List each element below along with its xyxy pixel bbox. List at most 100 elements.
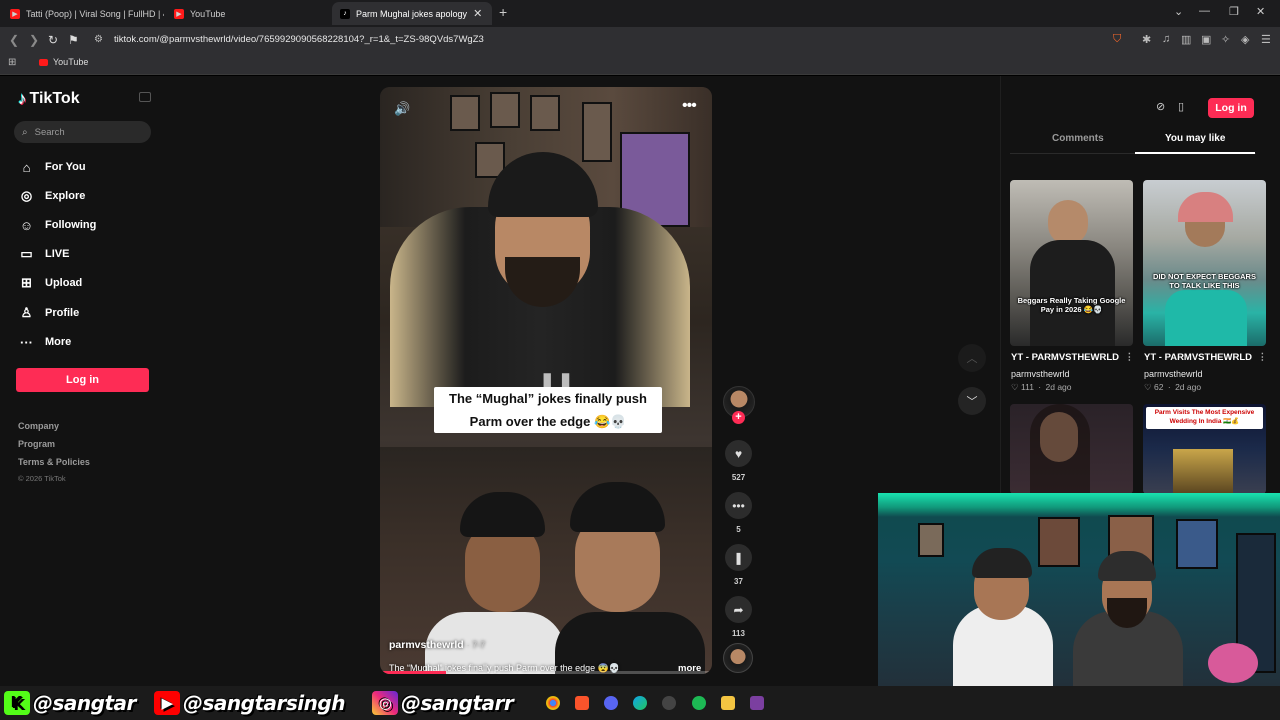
card-meta: ♡ 62 · 2d ago: [1144, 382, 1202, 392]
video-thumbnail[interactable]: DID NOT EXPECT BEGGARS TO TALK LIKE THIS: [1143, 180, 1266, 346]
url-field[interactable]: tiktok.com/@parmvsthewrld/video/76599290…: [114, 34, 484, 45]
wall-poster: [918, 523, 944, 557]
header-login-button[interactable]: Log in: [1208, 98, 1254, 118]
live-icon: ▭: [20, 246, 33, 261]
site-info-icon[interactable]: ⚙: [94, 34, 103, 45]
reload-icon[interactable]: ↻: [48, 33, 58, 47]
music-avatar[interactable]: [723, 643, 753, 673]
comment-button[interactable]: •••: [725, 492, 752, 519]
share-icon: ➦: [733, 602, 744, 617]
search-box[interactable]: ⌕: [14, 121, 151, 143]
card-user[interactable]: parmvsthewrld: [1144, 369, 1203, 379]
follow-plus-icon[interactable]: +: [732, 411, 745, 424]
vpn-icon[interactable]: ◈: [1241, 33, 1249, 46]
close-tab-icon[interactable]: ✕: [473, 7, 482, 20]
card-meta: ♡ 111 · 2d ago: [1011, 382, 1072, 392]
collapse-sidebar-icon[interactable]: [139, 92, 151, 102]
brave-shield-icon[interactable]: ⛉: [1113, 33, 1121, 46]
comment-count: 5: [736, 525, 741, 534]
tab-tiktok-active[interactable]: ♪ Parm Mughal jokes apology ✕: [332, 2, 492, 25]
social-youtube: ▶ @sangtarsingh: [154, 686, 345, 720]
social-instagram: ◎ @sangtarr: [372, 686, 514, 720]
video-caption: The “Mughal” jokes finally push Parm ove…: [434, 387, 662, 433]
author-name: parmvsthewrld: [389, 639, 464, 651]
thumb-hair: [1030, 404, 1090, 494]
video-player[interactable]: 🔊 ••• ❚❚ The “Mughal” jokes finally push…: [380, 87, 712, 674]
video-progress-bar[interactable]: [380, 671, 712, 674]
video-thumbnail[interactable]: Parm Visits The Most Expensive Wedding I…: [1143, 404, 1266, 494]
new-tab-icon[interactable]: +: [499, 4, 507, 20]
chrome-icon[interactable]: [546, 696, 560, 710]
footer-link-terms[interactable]: Terms & Policies: [18, 457, 90, 467]
previous-video-button[interactable]: ︿: [958, 344, 986, 372]
restore-icon[interactable]: ❐: [1229, 5, 1239, 18]
youtube-icon: [39, 58, 48, 66]
spotify-icon[interactable]: [692, 696, 706, 710]
nav-profile[interactable]: ♙ Profile: [18, 302, 80, 324]
social-handle: @sangtarsingh: [183, 691, 345, 715]
card-title[interactable]: YT - PARMVSTHEWRLD ⋮: [1011, 352, 1134, 363]
nav-more[interactable]: ··· More: [18, 331, 71, 353]
video-author[interactable]: parmvsthewrld · 7-7: [389, 639, 485, 651]
video-thumbnail[interactable]: Beggars Really Taking Google Pay in 2026…: [1010, 180, 1133, 346]
bookmark-icon[interactable]: ⚑: [68, 33, 79, 47]
search-input[interactable]: [34, 126, 135, 138]
card-likes: 62: [1154, 382, 1164, 392]
video-thumbnail[interactable]: [1010, 404, 1133, 494]
next-video-button[interactable]: ﹀: [958, 387, 986, 415]
leo-icon[interactable]: ✧: [1221, 33, 1230, 46]
discord-icon[interactable]: [604, 696, 618, 710]
screen: ▶ Tatti (Poop) | Viral Song | FullHD | 4…: [0, 0, 1280, 720]
tab-tatti-song[interactable]: ▶ Tatti (Poop) | Viral Song | FullHD | 4…: [2, 2, 164, 25]
coins-icon[interactable]: ⊘: [1156, 100, 1165, 113]
obs-icon[interactable]: [662, 696, 676, 710]
card-title[interactable]: YT - PARMVSTHEWRLD ⋮: [1144, 352, 1267, 363]
card-more-icon[interactable]: ⋮: [1125, 352, 1135, 363]
card-title-text: YT - PARMVSTHEWRLD: [1011, 352, 1120, 363]
share-button[interactable]: ➦: [725, 596, 752, 623]
nav-following[interactable]: ☺ Following: [18, 214, 96, 236]
tab-youtube[interactable]: ▶ YouTube: [166, 2, 332, 25]
back-icon[interactable]: ❮: [9, 33, 19, 47]
card-more-icon[interactable]: ⋮: [1258, 352, 1268, 363]
thumb-body: [1030, 240, 1115, 346]
wallet-icon[interactable]: ▣: [1201, 33, 1211, 46]
save-button[interactable]: ❚: [725, 544, 752, 571]
forward-icon[interactable]: ❯: [29, 33, 39, 47]
tab-comments[interactable]: Comments: [1052, 133, 1104, 144]
folder-icon[interactable]: [721, 696, 735, 710]
nav-explore[interactable]: ◎ Explore: [18, 185, 86, 207]
card-user[interactable]: parmvsthewrld: [1011, 369, 1070, 379]
sidebar-icon[interactable]: ▥: [1181, 33, 1191, 46]
footer-link-company[interactable]: Company: [18, 421, 59, 431]
wall-poster: [1176, 519, 1218, 569]
media-icon[interactable]: ♫: [1162, 33, 1170, 45]
app-icon[interactable]: [750, 696, 764, 710]
chevron-down-icon: ﹀: [966, 396, 978, 408]
nav-live[interactable]: ▭ LIVE: [18, 243, 69, 265]
webcam-overlay: [878, 493, 1280, 686]
menu-icon[interactable]: ☰: [1261, 33, 1271, 46]
extensions-icon[interactable]: ✱: [1142, 33, 1151, 46]
device-icon[interactable]: ▯: [1178, 100, 1184, 113]
volume-icon[interactable]: 🔊: [394, 101, 410, 117]
tab-search-icon[interactable]: ⌄: [1174, 5, 1183, 18]
minimize-icon[interactable]: —: [1199, 5, 1210, 17]
edge-icon[interactable]: [633, 696, 647, 710]
tiktok-logo[interactable]: ♪ TikTok: [18, 89, 80, 109]
apps-icon[interactable]: ⊞: [8, 57, 16, 68]
footer-link-program[interactable]: Program: [18, 439, 55, 449]
like-button[interactable]: ♥: [725, 440, 752, 467]
more-options-icon[interactable]: •••: [682, 97, 697, 115]
nav-upload[interactable]: ⊞ Upload: [18, 272, 82, 294]
close-window-icon[interactable]: ✕: [1256, 5, 1265, 18]
nav-label: More: [45, 336, 72, 348]
nav-for-you[interactable]: ⌂ For You: [18, 156, 86, 178]
address-bar: ❮ ❯ ↻ ⚑ ⚙ tiktok.com/@parmvsthewrld/vide…: [0, 27, 1280, 53]
brave-icon[interactable]: [575, 696, 589, 710]
sidebar-login-button[interactable]: Log in: [16, 368, 149, 392]
following-icon: ☺: [19, 217, 34, 233]
nav-label: Explore: [45, 190, 86, 202]
tab-you-may-like[interactable]: You may like: [1165, 133, 1225, 144]
bookmark-youtube[interactable]: YouTube: [39, 57, 88, 67]
